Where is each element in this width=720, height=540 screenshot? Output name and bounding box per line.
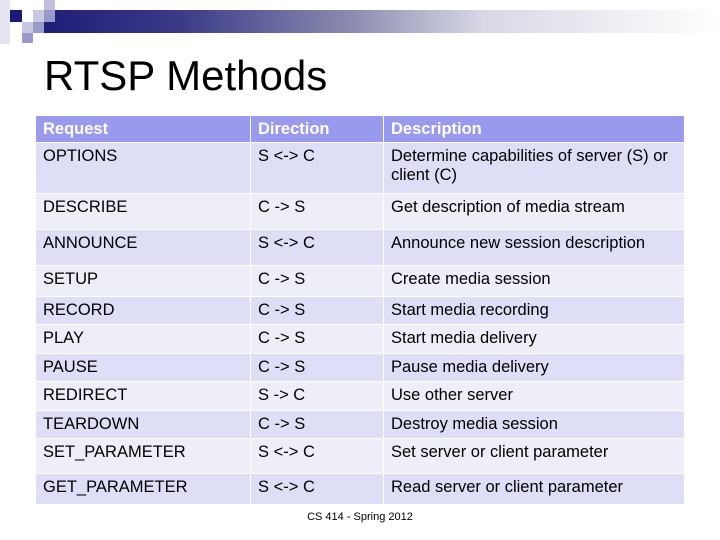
header-direction: Direction bbox=[251, 116, 383, 142]
decor-square bbox=[0, 0, 10, 44]
table-row: SET_PARAMETER S <-> C Set server or client… bbox=[36, 439, 684, 473]
cell-request: OPTIONS bbox=[36, 143, 250, 193]
cell-direction: S <-> C bbox=[251, 439, 383, 473]
cell-direction: C -> S bbox=[251, 194, 383, 229]
cell-description: Start media delivery bbox=[384, 325, 684, 353]
slide-title: RTSP Methods bbox=[44, 52, 328, 99]
cell-request: DESCRIBE bbox=[36, 194, 250, 229]
table-row: DESCRIBE C -> S Get description of media s… bbox=[36, 194, 684, 229]
decor-square bbox=[44, 10, 55, 22]
cell-description: Pause media delivery bbox=[384, 354, 684, 381]
cell-request: RECORD bbox=[36, 297, 250, 324]
cell-description: Get description of media stream bbox=[384, 194, 684, 229]
cell-request: TEARDOWN bbox=[36, 411, 250, 438]
table-row: RECORD C -> S Start media recording bbox=[36, 297, 684, 324]
decor-square bbox=[33, 22, 44, 33]
cell-direction: S <-> C bbox=[251, 230, 383, 265]
table-header-row: Request Direction Description bbox=[36, 116, 684, 142]
slide-footer: CS 414 - Spring 2012 bbox=[307, 511, 413, 523]
cell-request: REDIRECT bbox=[36, 382, 250, 410]
table-row: SETUP C -> S Create media session bbox=[36, 266, 684, 296]
cell-request: PLAY bbox=[36, 325, 250, 353]
cell-direction: C -> S bbox=[251, 354, 383, 381]
cell-request: PAUSE bbox=[36, 354, 250, 381]
table-row: PLAY C -> S Start media delivery bbox=[36, 325, 684, 353]
table-row: TEARDOWN C -> S Destroy media session bbox=[36, 411, 684, 438]
cell-description: Determine capabilities of server (S) or … bbox=[384, 143, 684, 193]
table-row: REDIRECT S -> C Use other server bbox=[36, 382, 684, 410]
cell-direction: S <-> C bbox=[251, 143, 383, 193]
decor-square bbox=[22, 22, 33, 33]
cell-direction: C -> S bbox=[251, 411, 383, 438]
cell-description: Announce new session description bbox=[384, 230, 684, 265]
cell-request: SETUP bbox=[36, 266, 250, 296]
cell-request: SET_PARAMETER bbox=[36, 439, 250, 473]
decor-square bbox=[22, 33, 33, 43]
cell-description: Create media session bbox=[384, 266, 684, 296]
table-row: PAUSE C -> S Pause media delivery bbox=[36, 354, 684, 381]
cell-description: Start media recording bbox=[384, 297, 684, 324]
cell-description: Set server or client parameter bbox=[384, 439, 684, 473]
cell-direction: C -> S bbox=[251, 325, 383, 353]
table-row: GET_PARAMETER S <-> C Read server or clien… bbox=[36, 474, 684, 504]
cell-direction: S -> C bbox=[251, 382, 383, 410]
decor-square bbox=[44, 0, 55, 10]
title-banner-gradient bbox=[44, 10, 720, 33]
header-request: Request bbox=[36, 116, 250, 142]
table-row: ANNOUNCE S <-> C Announce new session desc… bbox=[36, 230, 684, 265]
cell-description: Use other server bbox=[384, 382, 684, 410]
header-description: Description bbox=[384, 116, 684, 142]
cell-request: GET_PARAMETER bbox=[36, 474, 250, 504]
cell-direction: C -> S bbox=[251, 297, 383, 324]
cell-direction: S <-> C bbox=[251, 474, 383, 504]
rtsp-methods-table: Request Direction Description OPTIONS S <… bbox=[35, 115, 685, 505]
table-row: OPTIONS S <-> C Determine capabilities of … bbox=[36, 143, 684, 193]
decor-square bbox=[10, 10, 22, 22]
cell-description: Read server or client parameter bbox=[384, 474, 684, 504]
cell-request: ANNOUNCE bbox=[36, 230, 250, 265]
cell-direction: C -> S bbox=[251, 266, 383, 296]
cell-description: Destroy media session bbox=[384, 411, 684, 438]
